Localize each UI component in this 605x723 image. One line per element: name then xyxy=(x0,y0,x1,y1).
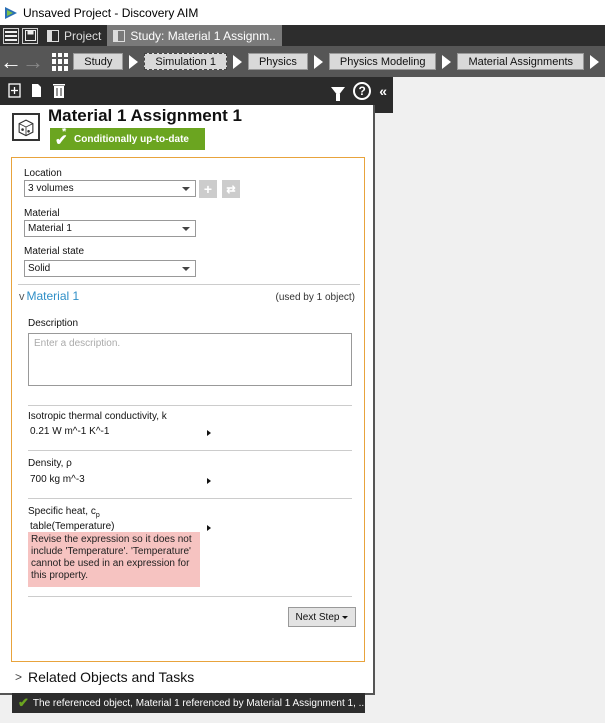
breadcrumb-physics-modeling[interactable]: Physics Modeling xyxy=(328,53,437,70)
material-state-value: Solid xyxy=(28,263,51,274)
swap-location-button[interactable]: ⇄ xyxy=(222,180,240,198)
page-title: Material 1 Assignment 1 xyxy=(48,106,242,125)
specific-heat-label: Specific heat, cp xyxy=(28,506,100,519)
related-objects-title: Related Objects and Tasks xyxy=(28,669,195,685)
star-icon: * xyxy=(62,126,67,138)
description-label: Description xyxy=(28,318,79,329)
forward-arrow-icon[interactable]: → xyxy=(22,50,44,73)
used-by-text: (used by 1 object) xyxy=(275,292,356,303)
window-title: Unsaved Project - Discovery AIM xyxy=(23,5,199,20)
chevron-right-icon xyxy=(313,54,323,69)
new-object-icon[interactable] xyxy=(8,83,22,99)
status-badge: ✔ * Conditionally up-to-date xyxy=(50,126,205,150)
chevron-right-icon xyxy=(590,54,599,69)
menu-icon[interactable] xyxy=(3,27,19,44)
chevron-down-icon xyxy=(182,227,190,231)
description-input[interactable]: Enter a description. xyxy=(28,333,352,386)
workflow-nav-bar: ← → Study Simulation 1 Physics Physics M… xyxy=(0,46,605,77)
check-icon: ✔ xyxy=(18,695,29,710)
properties-panel: Material 1 Assignment 1 ✔ * Conditionall… xyxy=(0,105,375,713)
material-state-select[interactable]: Solid xyxy=(24,260,196,277)
breadcrumb-physics[interactable]: Physics xyxy=(247,53,308,70)
panel-toolbar: ? « xyxy=(0,77,393,105)
chevron-right-icon xyxy=(232,54,242,69)
status-message-bar[interactable]: ✔ The referenced object, Material 1 refe… xyxy=(12,693,365,713)
grid-view-icon[interactable] xyxy=(52,52,69,71)
material-assignment-icon xyxy=(12,113,40,141)
specific-heat-subscript: p xyxy=(95,512,100,519)
material-value: Material 1 xyxy=(28,223,72,234)
specific-heat-label-text: Specific heat, c xyxy=(28,506,96,517)
toolbar-extension xyxy=(375,105,393,113)
study-tab-icon xyxy=(113,29,126,42)
collapse-panel-icon[interactable]: « xyxy=(379,83,387,99)
expand-arrow-icon[interactable] xyxy=(207,430,211,436)
location-value: 3 volumes xyxy=(28,183,74,194)
title-bar: Unsaved Project - Discovery AIM xyxy=(0,0,605,25)
related-objects-section[interactable]: > Related Objects and Tasks xyxy=(15,669,194,685)
next-step-label: Next Step xyxy=(295,611,340,623)
expand-arrow-icon[interactable] xyxy=(207,478,211,484)
error-message: Revise the expression so it does not inc… xyxy=(28,532,200,587)
status-text: Conditionally up-to-date xyxy=(74,133,189,145)
app-logo-icon xyxy=(5,6,17,19)
material-section-title: Material 1 xyxy=(26,289,80,303)
next-step-button[interactable]: Next Step xyxy=(288,607,356,627)
divider xyxy=(28,596,352,597)
tab-study[interactable]: Study: Material 1 Assignm.. xyxy=(107,25,282,46)
material-select[interactable]: Material 1 xyxy=(24,220,196,237)
tab-project-label: Project xyxy=(64,28,102,43)
material-section-header[interactable]: v Material 1 xyxy=(19,289,79,303)
conductivity-label: Isotropic thermal conductivity, k xyxy=(28,411,167,422)
material-state-label: Material state xyxy=(24,246,85,257)
chevron-right-icon xyxy=(129,54,139,69)
help-icon[interactable]: ? xyxy=(353,82,372,100)
project-tab-icon xyxy=(47,29,59,42)
breadcrumb-simulation[interactable]: Simulation 1 xyxy=(144,53,227,70)
chevron-down-icon xyxy=(182,267,190,271)
chevron-down-icon xyxy=(342,615,349,619)
conductivity-value[interactable]: 0.21 W m^-1 K^-1 xyxy=(30,426,109,437)
expand-arrow-icon[interactable] xyxy=(207,525,211,531)
chevron-down-icon xyxy=(182,187,190,191)
breadcrumb-study[interactable]: Study xyxy=(73,53,124,70)
location-select[interactable]: 3 volumes xyxy=(24,180,196,197)
density-value[interactable]: 700 kg m^-3 xyxy=(30,474,85,485)
filter-icon[interactable] xyxy=(331,86,346,101)
copy-icon[interactable] xyxy=(30,83,44,99)
divider xyxy=(18,284,360,285)
material-label: Material xyxy=(24,208,60,219)
tab-study-label: Study: Material 1 Assignm.. xyxy=(130,28,276,43)
location-label: Location xyxy=(24,168,62,179)
divider xyxy=(28,405,352,406)
save-icon[interactable] xyxy=(22,27,38,44)
back-arrow-icon[interactable]: ← xyxy=(0,50,22,73)
divider xyxy=(28,498,352,499)
chevron-right-icon xyxy=(442,54,452,69)
tab-bar: Project Study: Material 1 Assignm.. xyxy=(0,25,605,46)
chevron-right-icon: > xyxy=(15,670,23,684)
density-label: Density, ρ xyxy=(28,458,72,469)
delete-icon[interactable] xyxy=(52,83,66,99)
tab-project[interactable]: Project xyxy=(41,25,107,46)
divider xyxy=(28,450,352,451)
properties-form: Location 3 volumes + ⇄ Material Material… xyxy=(11,157,365,713)
specific-heat-value[interactable]: table(Temperature) xyxy=(30,521,114,532)
add-location-button[interactable]: + xyxy=(199,180,217,198)
breadcrumb-material-assignments[interactable]: Material Assignments xyxy=(457,53,584,70)
status-message-text: The referenced object, Material 1 refere… xyxy=(32,697,365,709)
chevron-down-icon: v xyxy=(19,291,25,303)
